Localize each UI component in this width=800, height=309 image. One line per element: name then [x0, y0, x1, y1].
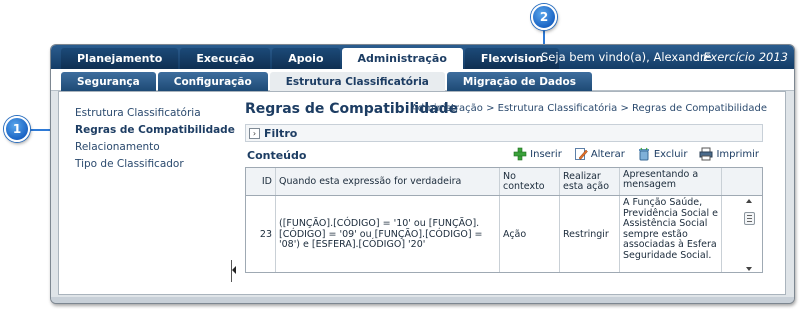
- filter-label: Filtro: [264, 126, 298, 140]
- column-header-context[interactable]: No contexto: [500, 168, 560, 195]
- sidebar-collapse-handle[interactable]: [231, 260, 237, 282]
- column-header-action[interactable]: Realizar esta ação: [560, 168, 620, 195]
- column-header-message[interactable]: Apresentando a mensagem: [620, 168, 722, 195]
- sidebar: Estrutura Classificatória Regras de Comp…: [75, 105, 235, 173]
- column-header-expression[interactable]: Quando esta expressão for verdadeira: [276, 168, 500, 195]
- cell-action: Restringir: [560, 196, 620, 272]
- rules-table: ID Quando esta expressão for verdadeira …: [245, 167, 763, 273]
- edit-button[interactable]: Alterar: [574, 147, 625, 161]
- cell-message: A Função Saúde, Previdência Social e Ass…: [620, 196, 722, 272]
- column-header-id[interactable]: ID: [246, 168, 276, 195]
- subtab-estrutura-classificatoria[interactable]: Estrutura Classificatória: [269, 72, 445, 91]
- tab-execucao[interactable]: Execução: [180, 48, 271, 69]
- app-window: Planejamento Execução Apoio Administraçã…: [50, 44, 795, 304]
- subtab-seguranca[interactable]: Segurança: [61, 72, 156, 91]
- fiscal-year-label[interactable]: Exercício 2013: [703, 50, 788, 64]
- tab-apoio[interactable]: Apoio: [272, 48, 340, 69]
- sidebar-item-regras-de-compatibilidade[interactable]: Regras de Compatibilidade: [75, 122, 235, 139]
- bottom-bar: [51, 297, 794, 303]
- edit-icon: [574, 147, 588, 161]
- scroll-up-icon[interactable]: [746, 199, 752, 203]
- tab-administracao[interactable]: Administração: [341, 48, 463, 69]
- scroll-down-icon[interactable]: [746, 267, 752, 271]
- scroll-thumb[interactable]: [744, 212, 755, 225]
- cell-context: Ação: [500, 196, 560, 272]
- sidebar-item-relacionamento[interactable]: Relacionamento: [75, 139, 235, 156]
- insert-label: Inserir: [530, 148, 562, 160]
- filter-section[interactable]: › Filtro: [245, 124, 763, 142]
- callout-marker-1: 1: [4, 116, 30, 142]
- cell-id: 23: [246, 196, 276, 272]
- print-label: Imprimir: [716, 148, 759, 160]
- sub-nav-bar: Segurança Configuração Estrutura Classif…: [51, 69, 794, 91]
- sub-tabs: Segurança Configuração Estrutura Classif…: [61, 72, 594, 91]
- subtab-migracao-de-dados[interactable]: Migração de Dados: [446, 72, 592, 91]
- delete-label: Excluir: [653, 148, 688, 160]
- edit-label: Alterar: [590, 148, 625, 160]
- table-row[interactable]: 23 ([FUNÇÃO].[CÓDIGO] = '10' ou [FUNÇÃO]…: [246, 196, 762, 272]
- plus-icon: [513, 147, 527, 161]
- expand-icon[interactable]: ›: [249, 127, 260, 139]
- content-label: Conteúdo: [247, 148, 307, 162]
- toolbar: Inserir Alterar Excluir Imprimir: [501, 147, 759, 161]
- trash-icon: [637, 147, 651, 161]
- tab-planejamento[interactable]: Planejamento: [61, 48, 179, 69]
- print-button[interactable]: Imprimir: [699, 147, 759, 161]
- table-header: ID Quando esta expressão for verdadeira …: [246, 168, 762, 196]
- vertical-scrollbar[interactable]: [743, 196, 757, 272]
- sidebar-item-estrutura-classificatoria[interactable]: Estrutura Classificatória: [75, 105, 235, 122]
- main-tabs: Planejamento Execução Apoio Administraçã…: [61, 48, 561, 69]
- welcome-text: Seja bem vindo(a), Alexandre: [541, 50, 712, 64]
- callout-marker-2: 2: [531, 4, 557, 30]
- subtab-configuracao[interactable]: Configuração: [157, 72, 268, 91]
- insert-button[interactable]: Inserir: [513, 147, 562, 161]
- main-nav-bar: Planejamento Execução Apoio Administraçã…: [51, 45, 794, 69]
- cell-expression: ([FUNÇÃO].[CÓDIGO] = '10' ou [FUNÇÃO].[C…: [276, 196, 500, 272]
- content-header: Conteúdo Inserir Alterar Excluir Imprimi…: [245, 144, 763, 166]
- delete-button[interactable]: Excluir: [637, 147, 688, 161]
- sidebar-item-tipo-de-classificador[interactable]: Tipo de Classificador: [75, 156, 235, 173]
- printer-icon: [699, 147, 713, 161]
- breadcrumb: Administração > Estrutura Classificatóri…: [411, 103, 767, 114]
- main-panel: Regras de Compatibilidade Administração …: [241, 97, 771, 287]
